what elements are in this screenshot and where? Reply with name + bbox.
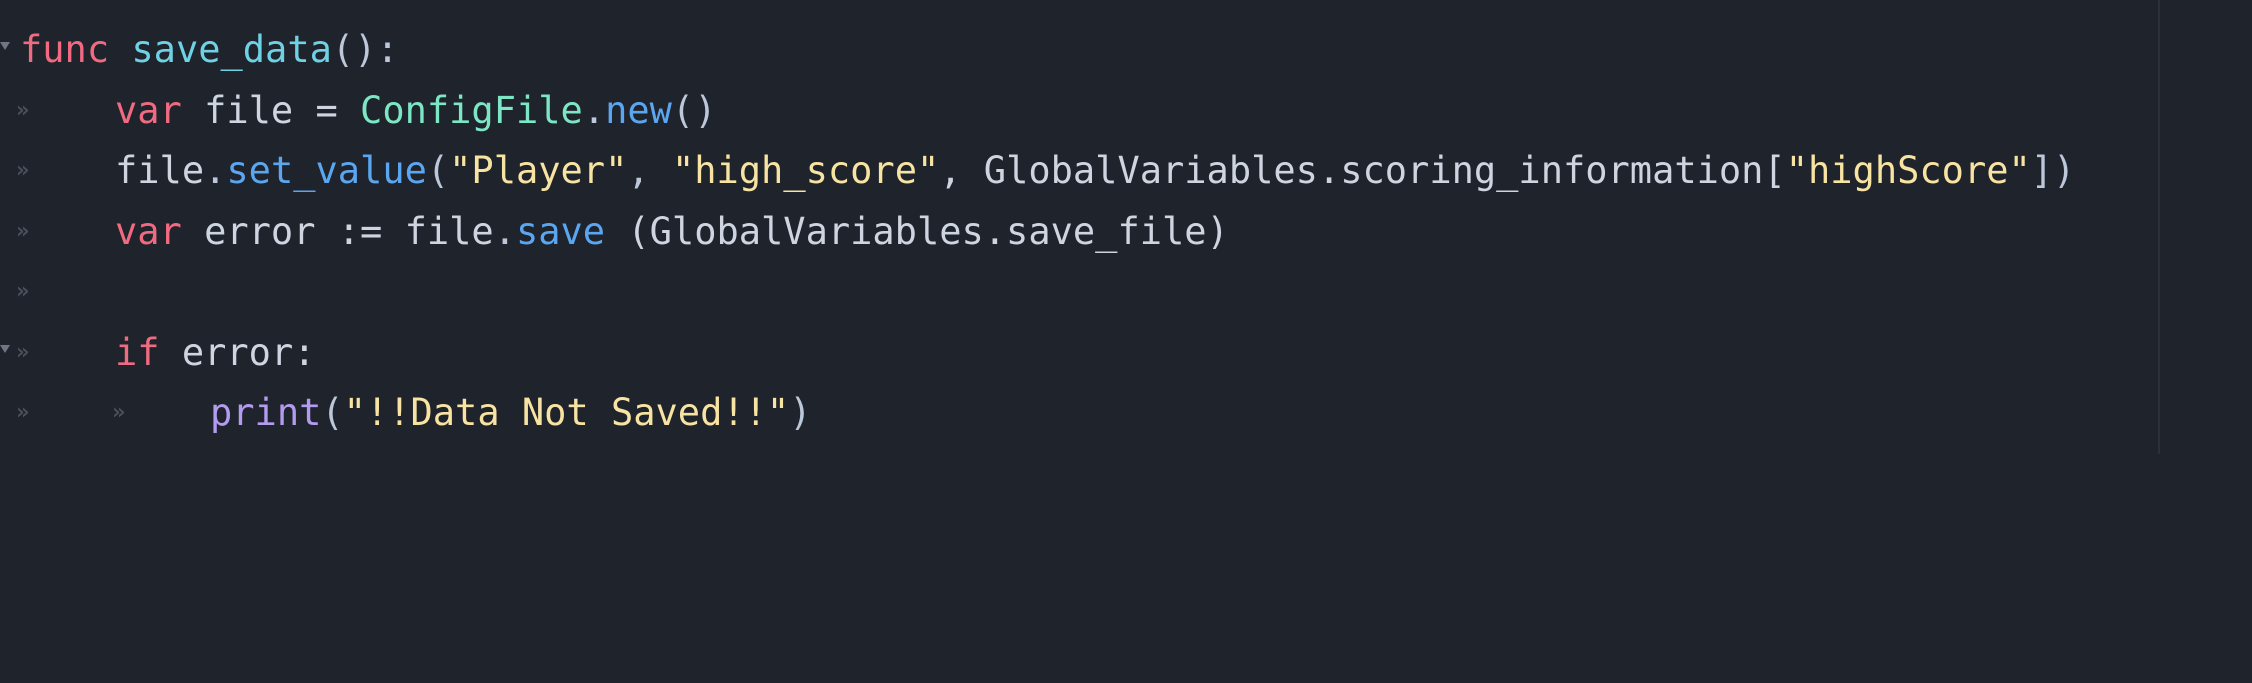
code-text: file.set_value("Player", "high_score", G… <box>115 141 2075 201</box>
fold-chevron-down-icon[interactable] <box>0 42 10 50</box>
method-token: set_value <box>226 149 427 192</box>
identifier-token: , GlobalVariables.scoring_information[ <box>939 149 1786 192</box>
punctuation-token: (): <box>331 28 399 71</box>
code-text: func save_data(): <box>20 20 399 80</box>
identifier-token: file <box>115 149 205 192</box>
tab-indent-icon: » <box>16 98 30 123</box>
tab-indent-icon: » <box>16 340 30 365</box>
punctuation-token: . <box>493 210 516 253</box>
keyword-token: var <box>115 210 182 253</box>
code-text: if error: <box>115 323 316 383</box>
string-token: "highScore" <box>1785 149 2031 192</box>
keyword-token: if <box>115 331 160 374</box>
code-text: var file = ConfigFile.new() <box>115 81 716 141</box>
builtin-token: print <box>210 391 322 434</box>
code-text: print("!!Data Not Saved!!") <box>210 383 811 443</box>
tab-indent-icon: » <box>16 219 30 244</box>
punctuation-token: () <box>671 89 717 132</box>
code-line-1[interactable]: func save_data(): <box>0 20 2252 80</box>
identifier-token: error: <box>159 331 316 374</box>
punctuation-token: ( <box>426 149 450 192</box>
tab-indent-icon: » <box>112 400 126 425</box>
punctuation-token: ) <box>789 391 812 434</box>
type-token: ConfigFile <box>360 89 583 132</box>
punctuation-token: . <box>204 149 227 192</box>
punctuation-token: ]) <box>2030 149 2076 192</box>
gutter <box>0 20 18 80</box>
code-editor[interactable]: func save_data(): » var file = ConfigFil… <box>0 0 2252 454</box>
identifier-token: file = <box>181 89 361 132</box>
tab-indent-icon: » <box>16 158 30 183</box>
method-token: new <box>605 89 672 132</box>
string-token: "!!Data Not Saved!!" <box>343 391 790 434</box>
tab-indent-icon: » <box>16 400 30 425</box>
code-line-7[interactable]: » » print("!!Data Not Saved!!") <box>0 383 2252 443</box>
fold-chevron-down-icon[interactable] <box>0 345 10 353</box>
method-token: save <box>515 210 606 253</box>
code-line-5[interactable]: » <box>0 262 2252 322</box>
keyword-token: var <box>115 89 182 132</box>
keyword-token: func <box>20 28 110 71</box>
code-line-2[interactable]: » var file = ConfigFile.new() <box>0 81 2252 141</box>
code-line-4[interactable]: » var error := file.save (GlobalVariable… <box>0 202 2252 262</box>
code-line-3[interactable]: » file.set_value("Player", "high_score",… <box>0 141 2252 201</box>
punctuation-token: ( <box>321 391 344 434</box>
tab-indent-icon: » <box>16 279 30 304</box>
identifier-token: error := file <box>181 210 494 253</box>
code-line-6[interactable]: » if error: <box>0 323 2252 383</box>
string-token: "Player" <box>449 149 628 192</box>
code-text: var error := file.save (GlobalVariables.… <box>115 202 1229 262</box>
punctuation-token: . <box>582 89 606 132</box>
string-token: "high_score" <box>671 149 940 192</box>
identifier-token: (GlobalVariables.save_file) <box>605 210 1229 253</box>
punctuation-token: , <box>627 149 672 192</box>
function-name-token: save_data <box>131 28 332 71</box>
